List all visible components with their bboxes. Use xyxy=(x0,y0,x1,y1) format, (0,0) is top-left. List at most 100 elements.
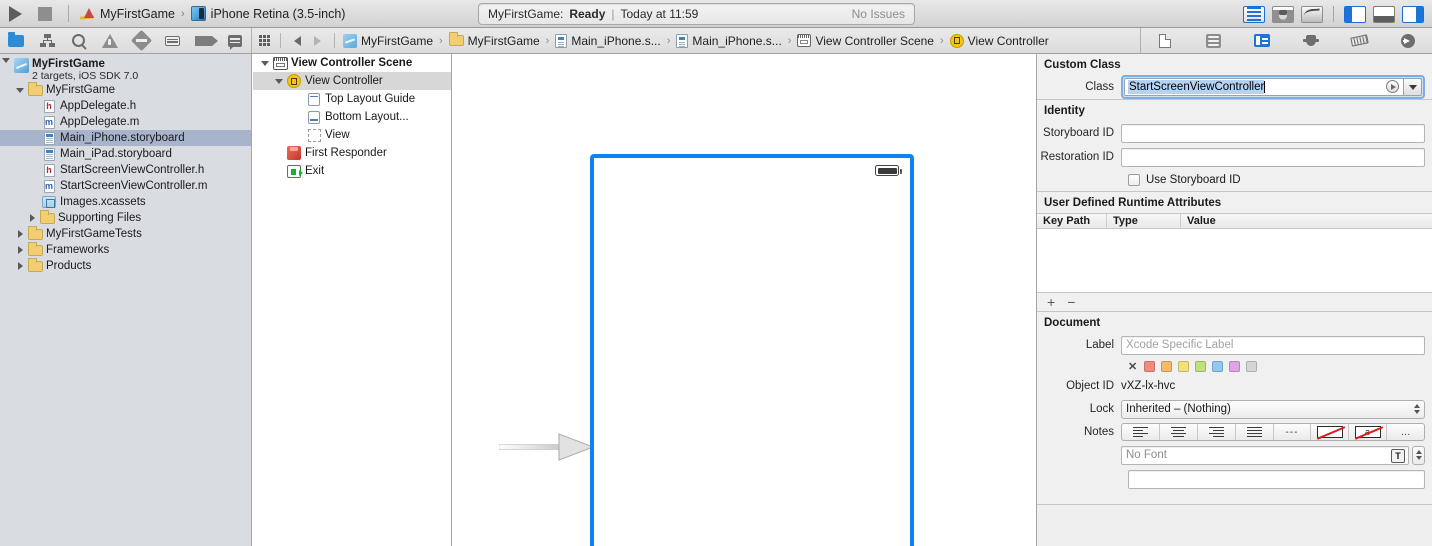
notes-body-input[interactable] xyxy=(1128,470,1425,489)
disclosure-triangle[interactable] xyxy=(14,87,26,93)
version-editor-button[interactable] xyxy=(1301,5,1323,23)
class-combo-box[interactable]: StartScreenViewController xyxy=(1121,75,1425,99)
breadcrumb-item-file-2[interactable]: Main_iPhone.s... xyxy=(676,33,782,48)
scheme-crumb[interactable]: MyFirstGame xyxy=(79,7,175,21)
size-inspector-tab[interactable] xyxy=(1348,32,1370,50)
reveal-class-button[interactable] xyxy=(1386,80,1399,93)
attributes-inspector-tab[interactable] xyxy=(1300,32,1322,50)
destination-crumb[interactable]: iPhone Retina (3.5-inch) xyxy=(190,6,345,21)
activity-view[interactable]: MyFirstGame: Ready | Today at 11:59 No I… xyxy=(478,3,915,25)
navigator-toggle-button[interactable] xyxy=(1344,5,1366,23)
runtime-attributes-table-body[interactable] xyxy=(1037,229,1432,293)
identity-inspector-tab[interactable] xyxy=(1251,32,1273,50)
test-navigator-tab[interactable] xyxy=(130,29,152,52)
tree-row-main-iphone-storyboard[interactable]: Main_iPhone.storyboard xyxy=(0,130,251,146)
clear-label-color-button[interactable]: ✕ xyxy=(1128,360,1137,373)
label-color-red[interactable] xyxy=(1144,360,1156,372)
lock-popup-button[interactable]: Inherited – (Nothing) xyxy=(1121,399,1425,419)
assistant-editor-button[interactable] xyxy=(1272,5,1294,23)
outline-row-view[interactable]: View xyxy=(253,126,451,144)
label-color-purple[interactable] xyxy=(1229,360,1241,372)
label-input[interactable]: Xcode Specific Label xyxy=(1121,335,1425,355)
class-input[interactable]: StartScreenViewController xyxy=(1124,78,1404,96)
label-color-orange[interactable] xyxy=(1161,360,1173,372)
scheme-selector[interactable]: MyFirstGame › iPhone Retina (3.5-inch) xyxy=(77,6,345,21)
column-header-key-path[interactable]: Key Path xyxy=(1037,214,1107,228)
breadcrumb-item-group[interactable]: MyFirstGame xyxy=(448,32,540,48)
standard-editor-button[interactable] xyxy=(1243,5,1265,23)
text-color-button[interactable] xyxy=(1311,424,1350,440)
project-navigator-tab[interactable] xyxy=(5,31,27,50)
tree-row-supporting-files[interactable]: Supporting Files xyxy=(0,209,251,226)
document-outline[interactable]: View Controller Scene View Controller To… xyxy=(253,54,452,546)
notes-more-button[interactable]: … xyxy=(1387,424,1424,440)
view-controller-scene-frame[interactable] xyxy=(590,154,914,546)
outline-row-view-controller-scene[interactable]: View Controller Scene xyxy=(253,54,451,72)
remove-attribute-button[interactable]: − xyxy=(1067,295,1075,309)
storyboard-id-input[interactable] xyxy=(1121,123,1425,143)
column-header-type[interactable]: Type xyxy=(1107,214,1181,228)
use-storyboard-id-checkbox[interactable] xyxy=(1128,174,1140,186)
file-inspector-tab[interactable] xyxy=(1154,32,1176,50)
stop-button[interactable] xyxy=(30,0,60,28)
breadcrumb-item-view-controller[interactable]: View Controller xyxy=(949,33,1049,48)
class-dropdown-button[interactable] xyxy=(1404,78,1422,96)
text-background-color-button[interactable]: a xyxy=(1349,424,1388,440)
back-button[interactable] xyxy=(294,35,301,46)
tree-row-main-ipad-storyboard[interactable]: Main_iPad.storyboard xyxy=(0,146,251,162)
outline-row-bottom-layout-guide[interactable]: Bottom Layout... xyxy=(253,108,451,126)
disclosure-triangle[interactable] xyxy=(14,262,26,270)
outline-row-first-responder[interactable]: First Responder xyxy=(253,144,451,162)
quick-help-inspector-tab[interactable] xyxy=(1203,32,1225,50)
issue-navigator-tab[interactable] xyxy=(99,31,121,50)
debug-navigator-tab[interactable] xyxy=(162,31,184,50)
font-size-stepper[interactable] xyxy=(1412,445,1425,465)
font-panel-button[interactable]: T xyxy=(1391,448,1405,463)
disclosure-triangle[interactable] xyxy=(0,58,12,63)
forward-button[interactable] xyxy=(314,35,321,46)
source-control-navigator-tab[interactable] xyxy=(36,31,58,50)
label-color-green[interactable] xyxy=(1195,360,1207,372)
tree-row-myfirstgametests[interactable]: MyFirstGameTests xyxy=(0,225,251,242)
tree-row-images-xcassets[interactable]: Images.xcassets xyxy=(0,194,251,210)
project-navigator[interactable]: MyFirstGame 2 targets, iOS SDK 7.0 MyFir… xyxy=(0,54,252,546)
connections-inspector-tab[interactable] xyxy=(1397,32,1419,50)
add-attribute-button[interactable]: + xyxy=(1047,295,1055,309)
breadcrumb-item-project[interactable]: MyFirstGame xyxy=(343,33,433,48)
tree-row-project[interactable]: MyFirstGame 2 targets, iOS SDK 7.0 xyxy=(0,58,251,82)
label-color-gray[interactable] xyxy=(1246,360,1258,372)
dashes-button[interactable]: --- xyxy=(1274,424,1312,440)
run-button[interactable] xyxy=(0,0,30,28)
utilities-toggle-button[interactable] xyxy=(1402,5,1424,23)
label-color-blue[interactable] xyxy=(1212,360,1224,372)
align-right-button[interactable] xyxy=(1198,424,1236,440)
identity-inspector[interactable]: Custom Class Class StartScreenViewContro… xyxy=(1036,54,1432,546)
align-left-button[interactable] xyxy=(1122,424,1160,440)
outline-row-exit[interactable]: Exit xyxy=(253,162,451,180)
status-bar[interactable]: MyFirstGame: Ready | Today at 11:59 No I… xyxy=(478,3,915,25)
tree-row-appdelegate-h[interactable]: h AppDelegate.h xyxy=(0,98,251,114)
breadcrumb-item-scene[interactable]: View Controller Scene xyxy=(797,34,934,48)
outline-row-view-controller[interactable]: View Controller xyxy=(253,72,451,90)
storyboard-canvas[interactable] xyxy=(453,54,1035,546)
breakpoint-navigator-tab[interactable] xyxy=(193,31,219,50)
breadcrumb-item-file[interactable]: Main_iPhone.s... xyxy=(555,33,661,48)
align-justify-button[interactable] xyxy=(1236,424,1274,440)
disclosure-triangle[interactable] xyxy=(26,214,38,222)
tree-row-frameworks[interactable]: Frameworks xyxy=(0,241,251,258)
label-color-yellow[interactable] xyxy=(1178,360,1190,372)
tree-row-startscreenviewcontroller-m[interactable]: m StartScreenViewController.m xyxy=(0,178,251,194)
align-center-button[interactable] xyxy=(1160,424,1198,440)
tree-row-startscreenviewcontroller-h[interactable]: h StartScreenViewController.h xyxy=(0,162,251,178)
disclosure-triangle[interactable] xyxy=(259,60,271,66)
disclosure-triangle[interactable] xyxy=(14,246,26,254)
column-header-value[interactable]: Value xyxy=(1181,214,1432,228)
disclosure-triangle[interactable] xyxy=(273,78,285,84)
tree-row-appdelegate-m[interactable]: m AppDelegate.m xyxy=(0,114,251,130)
debug-area-toggle-button[interactable] xyxy=(1373,5,1395,23)
tree-row-products[interactable]: Products xyxy=(0,257,251,274)
tree-row-group-myfirstgame[interactable]: MyFirstGame xyxy=(0,81,251,98)
symbol-navigator-tab[interactable] xyxy=(67,31,89,50)
outline-row-top-layout-guide[interactable]: Top Layout Guide xyxy=(253,90,451,108)
restoration-id-input[interactable] xyxy=(1121,147,1425,167)
